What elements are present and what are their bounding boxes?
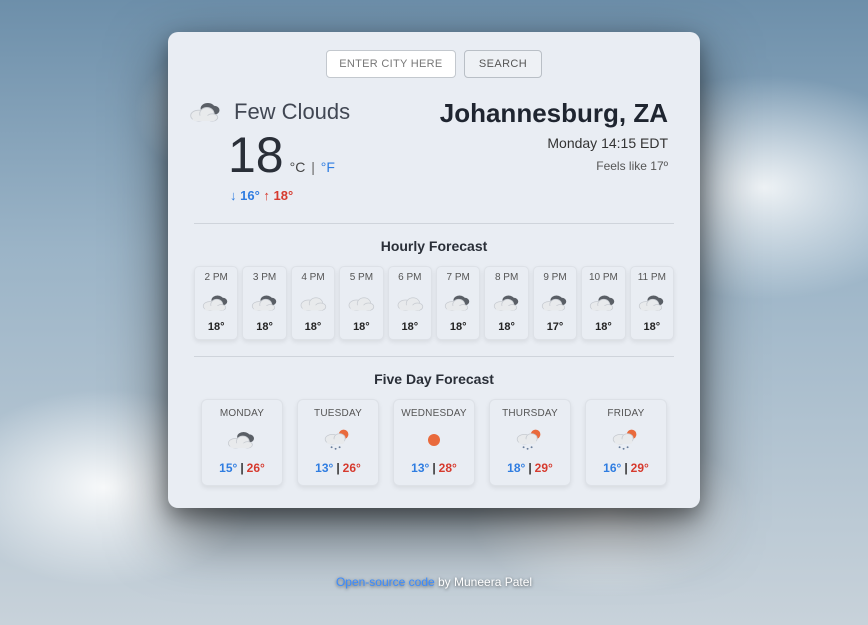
day-low: 13° <box>411 461 429 475</box>
hour-time: 3 PM <box>253 272 276 283</box>
hour-icon <box>540 288 570 318</box>
day-icon <box>610 425 642 455</box>
hour-time: 8 PM <box>495 272 518 283</box>
hour-temp: 18° <box>353 321 370 333</box>
daily-cell: WEDNESDAY 13°|28° <box>393 399 475 486</box>
hour-icon <box>201 288 231 318</box>
author-credit: by Muneera Patel <box>435 575 532 589</box>
local-datetime: Monday 14:15 EDT <box>440 135 668 151</box>
hour-time: 4 PM <box>301 272 324 283</box>
temp-separator: | <box>429 461 438 475</box>
hour-temp: 18° <box>208 321 225 333</box>
feels-like: Feels like 17º <box>440 159 668 173</box>
daily-cell: FRIDAY 16°|29° <box>585 399 667 486</box>
hour-temp: 18° <box>256 321 273 333</box>
day-name: FRIDAY <box>607 408 644 419</box>
open-source-link[interactable]: Open-source code <box>336 575 435 589</box>
hourly-forecast: 2 PM 18°3 PM 18°4 PM 18°5 PM 18°6 PM <box>194 266 674 340</box>
hourly-cell: 6 PM 18° <box>388 266 432 340</box>
day-icon <box>422 425 446 455</box>
hour-icon <box>346 288 376 318</box>
daily-cell: MONDAY 15°|26° <box>201 399 283 486</box>
hour-temp: 18° <box>450 321 467 333</box>
high-low: ↓ 16° ↑ 18° <box>230 188 350 203</box>
day-high: 26° <box>343 461 361 475</box>
unit-separator: | <box>305 159 317 175</box>
hourly-cell: 9 PM 17° <box>533 266 577 340</box>
current-conditions: Few Clouds 18 °C | °F ↓ 16° ↑ 18° Johann… <box>194 98 674 217</box>
hour-time: 2 PM <box>205 272 228 283</box>
day-low: 16° <box>603 461 621 475</box>
hour-time: 6 PM <box>398 272 421 283</box>
daily-cell: TUESDAY 13°|26° <box>297 399 379 486</box>
day-name: TUESDAY <box>314 408 362 419</box>
hourly-cell: 3 PM 18° <box>242 266 286 340</box>
temp-separator: | <box>237 461 246 475</box>
hour-temp: 18° <box>498 321 515 333</box>
arrow-down-icon: ↓ <box>230 188 240 203</box>
temp-separator: | <box>333 461 342 475</box>
divider <box>194 223 674 224</box>
hour-time: 7 PM <box>447 272 470 283</box>
hourly-cell: 8 PM 18° <box>484 266 528 340</box>
arrow-up-icon: ↑ <box>263 188 273 203</box>
unit-toggle: °C | °F <box>290 159 335 175</box>
hour-icon <box>250 288 280 318</box>
day-name: WEDNESDAY <box>401 408 467 419</box>
hour-icon <box>588 288 618 318</box>
temp-separator: | <box>621 461 630 475</box>
hour-time: 5 PM <box>350 272 373 283</box>
hour-time: 9 PM <box>543 272 566 283</box>
condition-icon <box>188 98 224 126</box>
hour-time: 10 PM <box>589 272 618 283</box>
hourly-cell: 10 PM 18° <box>581 266 625 340</box>
day-icon <box>226 425 258 455</box>
hourly-cell: 2 PM 18° <box>194 266 238 340</box>
hour-time: 11 PM <box>638 272 666 283</box>
city-name: Johannesburg, ZA <box>440 98 668 129</box>
day-name: THURSDAY <box>502 408 558 419</box>
day-name: MONDAY <box>220 408 264 419</box>
day-low: 13° <box>315 461 333 475</box>
day-low: 15° <box>219 461 237 475</box>
divider <box>194 356 674 357</box>
day-high: 29° <box>535 461 553 475</box>
hour-temp: 18° <box>644 321 661 333</box>
day-icon <box>514 425 546 455</box>
day-high: 29° <box>631 461 649 475</box>
hourly-cell: 5 PM 18° <box>339 266 383 340</box>
unit-fahrenheit[interactable]: °F <box>321 159 335 175</box>
hour-icon <box>443 288 473 318</box>
hour-temp: 18° <box>401 321 418 333</box>
high-temp: 18° <box>274 188 294 203</box>
hour-icon <box>492 288 522 318</box>
day-low: 18° <box>507 461 525 475</box>
search-button[interactable]: SEARCH <box>464 50 542 78</box>
hour-icon <box>637 288 667 318</box>
hour-temp: 18° <box>305 321 322 333</box>
weather-card: SEARCH Few Clouds 18 °C | °F ↓ 16° <box>168 32 700 508</box>
day-high: 28° <box>439 461 457 475</box>
hourly-cell: 4 PM 18° <box>291 266 335 340</box>
day-high: 26° <box>247 461 265 475</box>
hour-icon <box>298 288 328 318</box>
daily-title: Five Day Forecast <box>194 371 674 387</box>
low-temp: 16° <box>240 188 260 203</box>
temp-separator: | <box>525 461 534 475</box>
city-input[interactable] <box>326 50 456 78</box>
condition-text: Few Clouds <box>234 99 350 125</box>
hour-temp: 18° <box>595 321 612 333</box>
hourly-cell: 7 PM 18° <box>436 266 480 340</box>
hourly-title: Hourly Forecast <box>194 238 674 254</box>
hourly-cell: 11 PM 18° <box>630 266 674 340</box>
daily-forecast: MONDAY 15°|26°TUESDAY 13°|26°WEDNESDAY13… <box>194 399 674 486</box>
footer: Open-source code by Muneera Patel <box>0 575 868 589</box>
hour-icon <box>395 288 425 318</box>
hour-temp: 17° <box>547 321 564 333</box>
day-icon <box>322 425 354 455</box>
daily-cell: THURSDAY 18°|29° <box>489 399 571 486</box>
current-temp: 18 <box>228 130 284 180</box>
unit-celsius[interactable]: °C <box>290 159 306 175</box>
search-row: SEARCH <box>194 50 674 78</box>
